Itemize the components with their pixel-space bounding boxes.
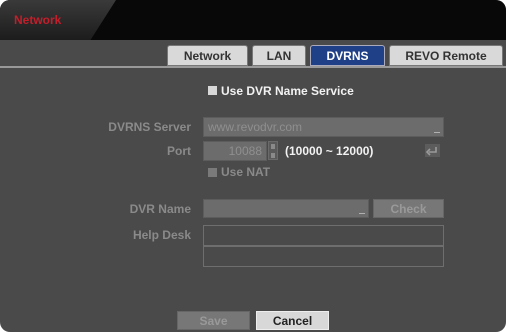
tab-lan[interactable]: LAN: [252, 45, 306, 66]
check-button[interactable]: Check: [373, 199, 444, 218]
edit-caret-icon: [434, 132, 440, 133]
network-dialog: Network Network LAN DVRNS REVO Remote Us…: [0, 0, 506, 332]
dvrns-server-label: DVRNS Server: [108, 120, 191, 134]
reset-arrow-icon[interactable]: [425, 144, 440, 157]
help-desk-line2[interactable]: [203, 246, 444, 267]
cancel-button[interactable]: Cancel: [256, 311, 329, 330]
spin-down-icon: [271, 153, 275, 158]
port-label: Port: [167, 144, 191, 158]
help-desk-line1[interactable]: [203, 225, 444, 246]
window-title: Network: [14, 13, 62, 27]
dvr-name-label: DVR Name: [129, 202, 191, 216]
tab-divider: [0, 66, 506, 68]
title-bar: Network: [0, 0, 506, 40]
save-button[interactable]: Save: [177, 311, 250, 330]
tab-dvrns[interactable]: DVRNS: [310, 45, 385, 66]
dvr-name-field[interactable]: [203, 199, 369, 218]
dvrns-server-field[interactable]: www.revodvr.com: [203, 117, 444, 137]
dvrns-server-value: www.revodvr.com: [208, 120, 303, 134]
use-dvrns-label: Use DVR Name Service: [221, 84, 354, 98]
spin-up-icon: [271, 144, 275, 149]
use-nat-label: Use NAT: [221, 165, 271, 179]
port-range: (10000 ~ 12000): [285, 144, 374, 158]
tab-bar: Network LAN DVRNS REVO Remote: [0, 45, 506, 67]
tab-network[interactable]: Network: [167, 45, 248, 66]
use-nat-checkbox[interactable]: [208, 168, 217, 177]
tab-revo-remote[interactable]: REVO Remote: [389, 45, 503, 66]
edit-caret-icon: [359, 213, 365, 214]
port-spinner[interactable]: [268, 141, 278, 160]
help-desk-label: Help Desk: [132, 228, 191, 242]
use-dvrns-checkbox[interactable]: [208, 86, 217, 95]
port-field[interactable]: 10088: [203, 141, 267, 161]
port-value: 10088: [228, 144, 262, 158]
